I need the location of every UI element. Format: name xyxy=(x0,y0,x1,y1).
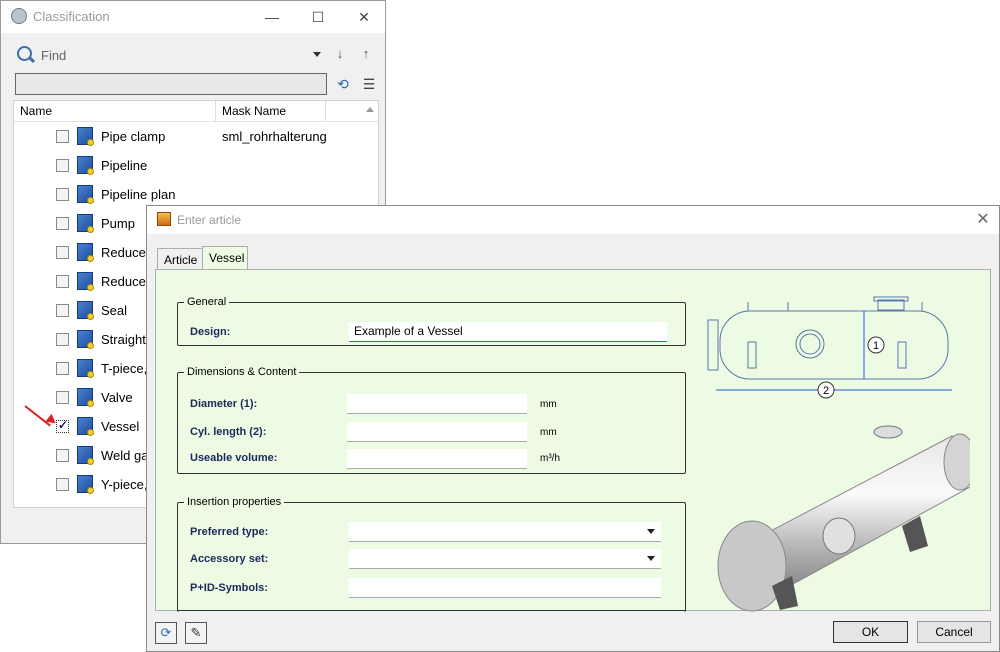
item-name: Pipeline plan xyxy=(101,187,176,202)
dimension-1-label: 1 xyxy=(873,340,879,352)
sort-up-icon[interactable]: ↑ xyxy=(357,45,375,63)
chevron-down-icon xyxy=(647,556,655,561)
vessel-3d-image xyxy=(717,425,970,612)
item-checkbox[interactable] xyxy=(56,275,69,288)
item-checkbox[interactable] xyxy=(56,217,69,230)
item-name: Y-piece, xyxy=(101,477,148,492)
item-checkbox[interactable] xyxy=(56,449,69,462)
sync-icon[interactable]: ⟲ xyxy=(333,75,353,93)
item-name: Vessel xyxy=(101,419,140,434)
item-checkbox[interactable] xyxy=(56,333,69,346)
eraser-button[interactable]: ✎ xyxy=(185,622,207,644)
diameter-label: Diameter (1): xyxy=(190,398,258,410)
tab-vessel[interactable]: Vessel xyxy=(202,246,248,270)
volume-label: Useable volume: xyxy=(190,452,278,464)
item-name: Valve xyxy=(101,390,133,405)
window-title: Classification xyxy=(33,9,110,24)
volume-field[interactable] xyxy=(347,449,527,469)
design-field[interactable]: Example of a Vessel xyxy=(349,322,667,342)
item-checkbox[interactable]: ✓ xyxy=(56,418,69,433)
diameter-unit: mm xyxy=(540,399,557,410)
dimension-2-label: 2 xyxy=(823,385,829,397)
scroll-up-icon[interactable] xyxy=(366,107,374,112)
accessory-set-label: Accessory set: xyxy=(190,553,269,565)
general-legend: General xyxy=(187,296,227,308)
checkmark-icon: ✓ xyxy=(58,418,69,432)
class-folder-icon xyxy=(77,214,94,233)
item-checkbox[interactable] xyxy=(56,159,69,172)
item-name: Pump xyxy=(101,216,135,231)
item-checkbox[interactable] xyxy=(56,304,69,317)
item-name: T-piece, xyxy=(101,361,148,376)
find-bar: Find ↓ ↑ xyxy=(13,43,379,67)
item-checkbox[interactable] xyxy=(56,130,69,143)
list-item[interactable]: Pipeline xyxy=(14,151,378,180)
design-label: Design: xyxy=(190,326,231,338)
column-header-mask-name[interactable]: Mask Name xyxy=(216,101,326,121)
preferred-type-label: Preferred type: xyxy=(190,526,269,538)
cyl-length-field[interactable] xyxy=(347,422,527,442)
accessory-set-select[interactable] xyxy=(349,549,661,569)
volume-unit: m³/h xyxy=(540,453,560,464)
classification-app-icon xyxy=(11,8,27,24)
class-folder-icon xyxy=(77,417,94,436)
refresh-icon: ⟳ xyxy=(160,625,172,640)
dialog-titlebar: Enter article ✕ xyxy=(147,206,999,234)
enter-article-dialog: Enter article ✕ Article Vessel General D… xyxy=(146,205,1000,652)
column-header-name[interactable]: Name xyxy=(14,101,216,121)
close-button[interactable]: ✕ xyxy=(341,1,387,33)
vessel-tab-panel: General Design: Example of a Vessel Dime… xyxy=(155,269,991,612)
list-options-icon[interactable]: ☰ xyxy=(359,75,379,93)
cyl-length-unit: mm xyxy=(540,427,557,438)
class-folder-icon xyxy=(77,185,94,204)
item-checkbox[interactable] xyxy=(56,391,69,404)
class-folder-icon xyxy=(77,127,94,146)
chevron-down-icon xyxy=(647,529,655,534)
general-group: General Design: Example of a Vessel xyxy=(177,296,686,346)
ok-button[interactable]: OK xyxy=(833,621,908,643)
diameter-field[interactable] xyxy=(347,394,527,414)
class-folder-icon xyxy=(77,156,94,175)
class-folder-icon xyxy=(77,475,94,494)
item-checkbox[interactable] xyxy=(56,478,69,491)
insertion-group: Insertion properties Preferred type: Acc… xyxy=(177,496,686,612)
list-item[interactable]: Pipe clamp sml_rohrhalterung xyxy=(14,122,378,151)
classification-titlebar: Classification — ☐ ✕ xyxy=(1,1,385,33)
item-name: Seal xyxy=(101,303,128,318)
preferred-type-select[interactable] xyxy=(349,522,661,542)
pid-symbols-label: P+ID-Symbols: xyxy=(190,582,268,594)
class-folder-icon xyxy=(77,388,94,407)
insertion-legend: Insertion properties xyxy=(187,496,282,508)
class-folder-icon xyxy=(77,359,94,378)
minimize-button[interactable]: — xyxy=(249,1,295,33)
item-name: Pipe clamp xyxy=(101,129,166,144)
dialog-close-button[interactable]: ✕ xyxy=(971,208,995,232)
item-checkbox[interactable] xyxy=(56,246,69,259)
refresh-button[interactable]: ⟳ xyxy=(155,622,177,644)
maximize-button[interactable]: ☐ xyxy=(295,1,341,33)
tab-article[interactable]: Article xyxy=(157,248,203,270)
filter-input[interactable] xyxy=(15,73,327,95)
class-folder-icon xyxy=(77,446,94,465)
class-folder-icon xyxy=(77,301,94,320)
item-name: Pipeline xyxy=(101,158,148,173)
class-folder-icon xyxy=(77,272,94,291)
item-checkbox[interactable] xyxy=(56,362,69,375)
class-folder-icon xyxy=(77,330,94,349)
pid-symbols-field[interactable] xyxy=(349,578,661,598)
class-folder-icon xyxy=(77,243,94,262)
find-input[interactable]: Find xyxy=(41,48,66,63)
sort-down-icon[interactable]: ↓ xyxy=(331,45,349,63)
cyl-length-label: Cyl. length (2): xyxy=(190,426,267,438)
dimensions-legend: Dimensions & Content xyxy=(187,366,297,378)
item-mask-name: sml_rohrhalterung xyxy=(222,129,327,144)
dimensions-group: Dimensions & Content Diameter (1): mm Cy… xyxy=(177,366,686,474)
eraser-icon: ✎ xyxy=(190,625,202,640)
chart-app-icon xyxy=(157,212,171,226)
vessel-dimension-drawing: 1 2 xyxy=(707,296,952,399)
find-dropdown-icon[interactable] xyxy=(313,52,321,57)
cancel-button[interactable]: Cancel xyxy=(917,621,991,643)
dialog-title: Enter article xyxy=(177,213,242,227)
item-checkbox[interactable] xyxy=(56,188,69,201)
